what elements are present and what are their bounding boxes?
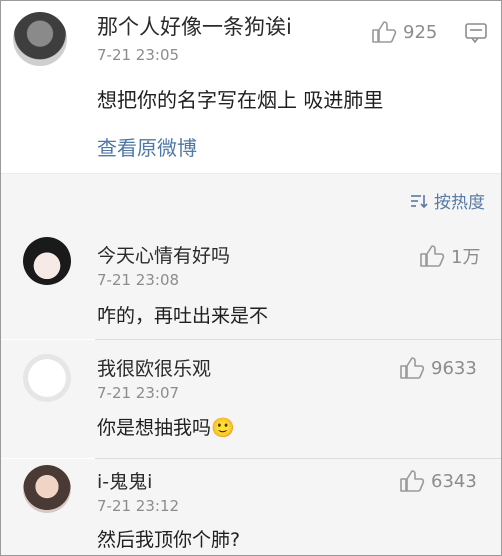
thumb-up-icon bbox=[400, 357, 425, 379]
comment-like-button[interactable]: 6343 bbox=[399, 469, 477, 493]
comment-text: 咋的，再吐出来是不 bbox=[97, 305, 269, 327]
comment-time: 7-21 23:08 bbox=[97, 271, 180, 289]
post-like-button[interactable]: 925 bbox=[371, 20, 437, 44]
comment-item: 今天心情有好吗 7-21 23:08 咋的，再吐出来是不 1万 bbox=[1, 219, 501, 339]
main-post: 那个人好像一条狗诶i 7-21 23:05 925 想把你的名字写在烟上 吸进肺… bbox=[1, 1, 501, 173]
comment-time: 7-21 23:07 bbox=[97, 384, 180, 402]
post-username[interactable]: 那个人好像一条狗诶i bbox=[97, 11, 292, 41]
comment-like-count: 9633 bbox=[431, 357, 477, 379]
thumb-up-icon bbox=[400, 470, 425, 492]
thumb-up-icon bbox=[372, 21, 397, 43]
comment-like-button[interactable]: 9633 bbox=[399, 356, 477, 380]
thumb-up-icon bbox=[420, 245, 445, 267]
comment-like-button[interactable]: 1万 bbox=[419, 243, 480, 269]
comment-item: 我很欧很乐观 7-21 23:07 你是想抽我吗🙂 9633 bbox=[1, 340, 501, 458]
comment-text: 你是想抽我吗🙂 bbox=[97, 417, 235, 439]
comment-time: 7-21 23:12 bbox=[97, 497, 180, 515]
sort-bar: 按热度 bbox=[1, 173, 501, 220]
sort-label: 按热度 bbox=[434, 193, 485, 213]
avatar[interactable] bbox=[23, 237, 71, 285]
avatar[interactable] bbox=[23, 354, 71, 402]
post-time: 7-21 23:05 bbox=[97, 46, 180, 64]
comment-like-count: 6343 bbox=[431, 470, 477, 492]
comment-username[interactable]: 今天心情有好吗 bbox=[97, 241, 230, 268]
comment-like-count: 1万 bbox=[451, 247, 481, 268]
post-text: 想把你的名字写在烟上 吸进肺里 bbox=[97, 88, 384, 112]
sort-icon bbox=[411, 194, 428, 208]
view-original-link[interactable]: 查看原微博 bbox=[97, 132, 197, 161]
comment-box-icon[interactable] bbox=[465, 23, 487, 43]
avatar[interactable] bbox=[13, 12, 67, 66]
avatar[interactable] bbox=[23, 465, 71, 513]
comment-text: 然后我顶你个肺? bbox=[97, 529, 241, 551]
post-like-count: 925 bbox=[403, 21, 438, 43]
comment-item: i-鬼鬼i 7-21 23:12 然后我顶你个肺? 6343 bbox=[1, 459, 501, 555]
weibo-comment-screen: 那个人好像一条狗诶i 7-21 23:05 925 想把你的名字写在烟上 吸进肺… bbox=[0, 0, 502, 556]
comment-username[interactable]: 我很欧很乐观 bbox=[97, 354, 211, 381]
sort-by-hot-button[interactable]: 按热度 bbox=[410, 188, 485, 213]
comment-username[interactable]: i-鬼鬼i bbox=[97, 467, 152, 494]
